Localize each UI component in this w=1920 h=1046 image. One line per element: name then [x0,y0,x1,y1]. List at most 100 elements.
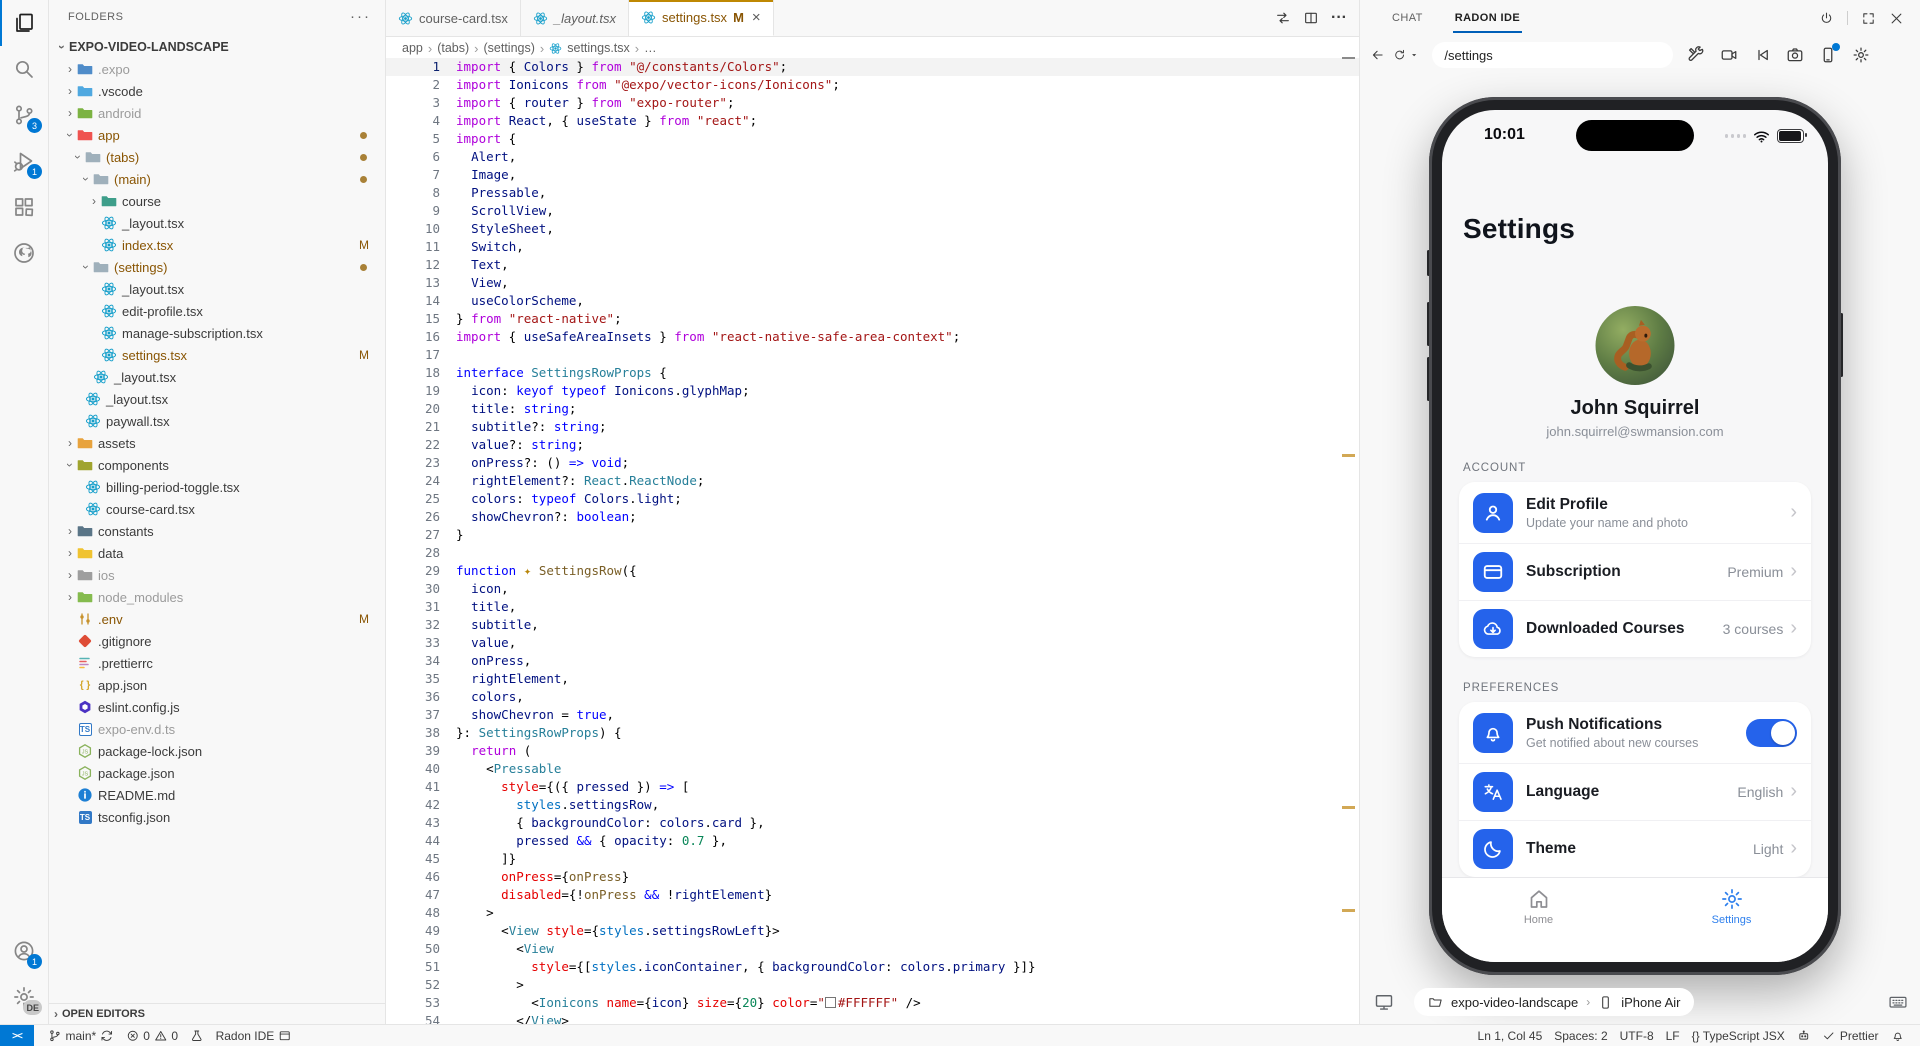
status-typescript-jsx[interactable]: {} TypeScript JSX [1686,1025,1791,1046]
status-radon-ide[interactable]: Radon IDE [210,1025,298,1046]
tab-layout-tsx[interactable]: _layout.tsx [521,0,629,36]
activity-bar-run-debug-button[interactable]: 1 [0,138,48,184]
tree-item-tsconfig-json[interactable]: TStsconfig.json [48,806,385,828]
status-prettier[interactable]: Prettier [1816,1025,1884,1046]
settings-row-subscription[interactable]: SubscriptionPremium› [1459,543,1811,600]
tree-item-edit-profile-tsx[interactable]: edit-profile.tsx [48,300,385,322]
status-bell-s[interactable] [1885,1025,1911,1046]
status-lf[interactable]: LF [1660,1025,1686,1046]
tree-item-data[interactable]: ›data [48,542,385,564]
remote-indicator[interactable]: >< [0,1025,34,1046]
activity-bar-account-button[interactable]: 1 [0,928,48,974]
status-0[interactable]: 00 [120,1025,184,1046]
tree-item-layout-tsx[interactable]: _layout.tsx [48,278,385,300]
push-notifications-toggle[interactable] [1746,719,1797,747]
tree-item-package-json[interactable]: JSpackage.json [48,762,385,784]
tree-item-settings-tsx[interactable]: settings.tsxM [48,344,385,366]
back-button[interactable] [1370,46,1385,64]
tree-item-assets[interactable]: ›assets [48,432,385,454]
diff-icon[interactable] [1275,10,1291,26]
settings-row-language[interactable]: LanguageEnglish› [1459,763,1811,820]
settings-row-downloaded-courses[interactable]: Downloaded Courses3 courses› [1459,600,1811,657]
tree-item-vscode[interactable]: ›.vscode [48,80,385,102]
tab-course-card-tsx[interactable]: course-card.tsx [386,0,521,36]
gear-icon[interactable] [1852,46,1870,64]
code-editor[interactable]: 1import { Colors } from "@/constants/Col… [386,58,1359,1024]
tree-item-components[interactable]: ›components [48,454,385,476]
tree-item-android[interactable]: ›android [48,102,385,124]
activity-bar-source-control-button[interactable]: 3 [0,92,48,138]
panel-tab-radon-ide[interactable]: RADON IDE [1439,0,1536,36]
tree-item-app-json[interactable]: { }app.json [48,674,385,696]
url-bar[interactable]: /settings [1432,42,1673,68]
video-icon[interactable] [1720,46,1738,64]
camera-icon[interactable] [1786,46,1804,64]
reload-button[interactable] [1393,47,1406,63]
breadcrumb-item-[interactable]: … [644,41,657,55]
reload-dropdown-caret-icon[interactable] [1410,50,1418,60]
breadcrumb-item-tabs[interactable]: (tabs) [437,41,469,55]
phone-tab-home[interactable]: Home [1442,887,1635,962]
close-icon[interactable]: × [752,9,761,26]
keyboard-icon[interactable] [1888,992,1908,1012]
power-icon[interactable] [1819,11,1834,26]
tree-item-expo[interactable]: ›.expo [48,58,385,80]
tree-item-manage-subscription-tsx[interactable]: manage-subscription.tsx [48,322,385,344]
status-robot[interactable] [1791,1025,1817,1046]
device-selector[interactable]: expo-video-landscape › iPhone Air [1414,988,1694,1016]
device-icon[interactable] [1819,46,1837,64]
phone-screen[interactable]: 10:01 Settings [1442,110,1828,962]
phone-tab-settings[interactable]: Settings [1635,887,1828,962]
breadcrumb-item-settings[interactable]: (settings) [484,41,535,55]
activity-bar-search-button[interactable] [0,46,48,92]
tree-item-ios[interactable]: ›ios [48,564,385,586]
open-editors-section[interactable]: › OPEN EDITORS [48,1003,385,1024]
fullscreen-icon[interactable] [1861,11,1876,26]
tree-item-readme-md[interactable]: README.md [48,784,385,806]
tools-icon[interactable] [1687,46,1705,64]
tree-item-layout-tsx[interactable]: _layout.tsx [48,388,385,410]
tree-item-layout-tsx[interactable]: _layout.tsx [48,212,385,234]
panel-tab-chat[interactable]: CHAT [1376,0,1439,36]
settings-row-push-notifications[interactable]: Push NotificationsGet notified about new… [1459,702,1811,763]
tree-item-expo-env-d-ts[interactable]: TSexpo-env.d.ts [48,718,385,740]
screen-mirror-icon[interactable] [1374,992,1394,1012]
tree-item-course[interactable]: ›course [48,190,385,212]
breadcrumb-item-app[interactable]: app [402,41,423,55]
status-spaces-2[interactable]: Spaces: 2 [1548,1025,1613,1046]
tree-item-eslint-config-js[interactable]: eslint.config.js [48,696,385,718]
breadcrumb-item-settings-tsx[interactable]: settings.tsx [567,41,630,55]
settings-row-theme[interactable]: ThemeLight› [1459,820,1811,877]
status-ln-1-col-45[interactable]: Ln 1, Col 45 [1472,1025,1549,1046]
tree-item-constants[interactable]: ›constants [48,520,385,542]
tree-item-gitignore[interactable]: .gitignore [48,630,385,652]
close-icon[interactable] [1889,11,1904,26]
tab-settings-tsx[interactable]: settings.tsxM× [629,0,774,36]
status-main[interactable]: main* [42,1025,120,1046]
tree-item-layout-tsx[interactable]: _layout.tsx [48,366,385,388]
tree-item-package-lock-json[interactable]: JSpackage-lock.json [48,740,385,762]
tree-item-tabs[interactable]: ›(tabs) [48,146,385,168]
activity-bar-explorer-button[interactable] [0,0,48,46]
tree-item-app[interactable]: ›app [48,124,385,146]
tree-item-env[interactable]: .envM [48,608,385,630]
activity-bar-github-button[interactable] [0,230,48,276]
status-flask[interactable] [184,1025,210,1046]
more-actions-icon[interactable]: ··· [1331,9,1347,27]
tree-item-settings[interactable]: ›(settings) [48,256,385,278]
tree-item-prettierrc[interactable]: .prettierrc [48,652,385,674]
tree-item-node-modules[interactable]: ›node_modules [48,586,385,608]
activity-bar-manage-settings-button[interactable]: DE [0,974,48,1020]
activity-bar-extensions-button[interactable] [0,184,48,230]
tree-item-billing-period-toggle-tsx[interactable]: billing-period-toggle.tsx [48,476,385,498]
tree-item-index-tsx[interactable]: index.tsxM [48,234,385,256]
sidebar-more-actions-button[interactable]: ··· [350,12,371,22]
split-icon[interactable] [1303,10,1319,26]
tree-item-expo-video-landscape[interactable]: ›EXPO-VIDEO-LANDSCAPE [48,36,385,58]
tree-item-paywall-tsx[interactable]: paywall.tsx [48,410,385,432]
settings-row-edit-profile[interactable]: Edit ProfileUpdate your name and photo› [1459,482,1811,543]
tree-item-main[interactable]: ›(main) [48,168,385,190]
tree-item-course-card-tsx[interactable]: course-card.tsx [48,498,385,520]
status-utf-8[interactable]: UTF-8 [1614,1025,1660,1046]
rewind-icon[interactable] [1753,46,1771,64]
